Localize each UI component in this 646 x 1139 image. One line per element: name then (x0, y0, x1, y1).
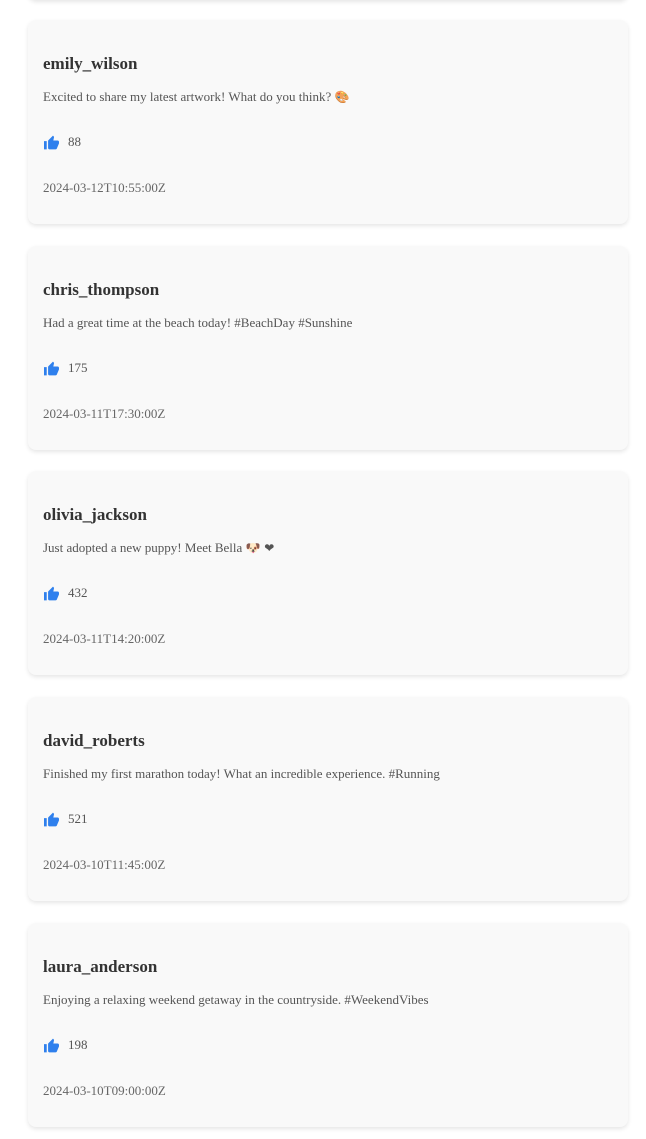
post-card[interactable]: emily_wilson Excited to share my latest … (28, 20, 628, 224)
post-text: Enjoying a relaxing weekend getaway in t… (43, 992, 429, 1007)
post-timestamp: 2024-03-12T10:55:00Z (43, 180, 166, 195)
thumbs-up-icon[interactable] (43, 812, 60, 827)
like-count: 175 (68, 360, 88, 375)
post-feed: emily_wilson Excited to share my latest … (0, 0, 646, 1139)
post-timestamp: 2024-03-10T09:00:00Z (43, 1083, 166, 1098)
post-emoji: 🎨 (334, 90, 350, 104)
like-row[interactable]: 198 (43, 1037, 88, 1053)
like-row[interactable]: 521 (43, 811, 88, 827)
thumbs-up-icon[interactable] (43, 135, 60, 150)
like-count: 88 (68, 134, 81, 149)
post-timestamp: 2024-03-10T11:45:00Z (43, 857, 166, 872)
like-count: 432 (68, 585, 88, 600)
post-content: Had a great time at the beach today! #Be… (43, 315, 352, 331)
like-count: 521 (68, 811, 88, 826)
thumbs-up-icon[interactable] (43, 1038, 60, 1053)
post-text: Excited to share my latest artwork! What… (43, 89, 332, 104)
thumbs-up-icon[interactable] (43, 586, 60, 601)
post-content: Just adopted a new puppy! Meet Bella 🐶 ❤ (43, 540, 274, 556)
post-content: Excited to share my latest artwork! What… (43, 89, 349, 105)
post-username[interactable]: laura_anderson (43, 957, 157, 977)
post-card[interactable]: olivia_jackson Just adopted a new puppy!… (28, 471, 628, 675)
puppy-heart-emoji: 🐶 ❤ (245, 541, 275, 555)
like-row[interactable]: 88 (43, 134, 81, 150)
post-username[interactable]: emily_wilson (43, 54, 137, 74)
like-row[interactable]: 432 (43, 585, 88, 601)
post-card[interactable]: chris_thompson Had a great time at the b… (28, 246, 628, 450)
post-content: Enjoying a relaxing weekend getaway in t… (43, 992, 429, 1008)
post-username[interactable]: david_roberts (43, 731, 145, 751)
post-timestamp: 2024-03-11T17:30:00Z (43, 406, 166, 421)
post-text: Just adopted a new puppy! Meet Bella (43, 540, 243, 555)
post-card[interactable]: david_roberts Finished my first marathon… (28, 697, 628, 901)
like-count: 198 (68, 1037, 88, 1052)
post-content: Finished my first marathon today! What a… (43, 766, 440, 782)
post-text: Had a great time at the beach today! #Be… (43, 315, 353, 330)
post-card[interactable]: laura_anderson Enjoying a relaxing weeke… (28, 923, 628, 1127)
post-username[interactable]: olivia_jackson (43, 505, 147, 525)
post-timestamp: 2024-03-11T14:20:00Z (43, 631, 166, 646)
like-row[interactable]: 175 (43, 360, 88, 376)
thumbs-up-icon[interactable] (43, 361, 60, 376)
post-username[interactable]: chris_thompson (43, 280, 159, 300)
post-text: Finished my first marathon today! What a… (43, 766, 440, 781)
